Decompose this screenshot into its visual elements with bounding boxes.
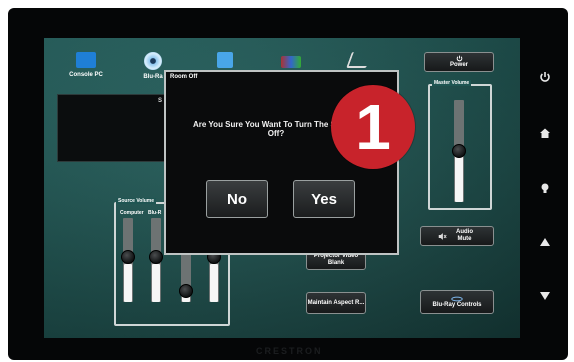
volume-fill (210, 264, 218, 302)
volume-fill (455, 152, 463, 202)
up-hard-button[interactable] (536, 233, 554, 251)
maintain-aspect-ratio-button[interactable]: Maintain Aspect R... (306, 292, 366, 314)
no-button[interactable]: No (206, 180, 268, 218)
power-hard-button[interactable] (536, 68, 554, 86)
volume-fill (152, 264, 160, 302)
master-volume-title: Master Volume (432, 80, 472, 86)
slider-knob[interactable] (149, 250, 163, 264)
home-icon (540, 128, 550, 138)
step-number-badge: 1 (331, 85, 415, 169)
audio-mute-button[interactable]: Audio Mute (420, 226, 494, 246)
power-icon (456, 55, 462, 62)
bluray-controls-label: Blu-Ray Controls (432, 301, 482, 308)
channel-label: Computer (120, 210, 144, 216)
video-icon (281, 56, 301, 68)
disc-icon (144, 52, 162, 70)
slider-knob[interactable] (121, 250, 135, 264)
monitor-icon (76, 52, 96, 68)
dialog-title: Room Off (170, 74, 198, 80)
source-label: Blu-Ra (143, 74, 163, 80)
document-camera-icon (346, 52, 372, 68)
triangle-up-icon (540, 238, 550, 246)
channel-label: Blu-R (148, 210, 162, 216)
slider-knob[interactable] (179, 284, 193, 298)
down-hard-button[interactable] (536, 287, 554, 305)
yes-button[interactable]: Yes (293, 180, 355, 218)
triangle-down-icon (540, 292, 550, 300)
bluray-controls-button[interactable]: Blu-Ray Controls (420, 290, 494, 314)
volume-fill (124, 264, 132, 302)
slider-knob[interactable] (452, 144, 466, 158)
power-icon (540, 72, 550, 82)
power-label: Power (449, 62, 468, 68)
tablet-icon (217, 52, 233, 68)
maintain-aspect-label: Maintain Aspect R... (307, 299, 365, 306)
light-hard-button[interactable] (536, 179, 554, 197)
audio-mute-label: Audio Mute (456, 229, 473, 242)
source-console-pc[interactable]: Console PC (61, 52, 111, 88)
lightbulb-icon (541, 183, 549, 193)
source-volume-title: Source Volume (116, 198, 157, 204)
speaker-muted-icon (438, 232, 447, 240)
projector-video-blank-label: Projector Video Blank (313, 253, 359, 266)
brand-logo: CRESTRON (256, 346, 323, 356)
home-hard-button[interactable] (536, 124, 554, 142)
display-label: S (158, 98, 163, 104)
power-button[interactable]: Power (424, 52, 494, 72)
source-label: Console PC (69, 72, 103, 78)
